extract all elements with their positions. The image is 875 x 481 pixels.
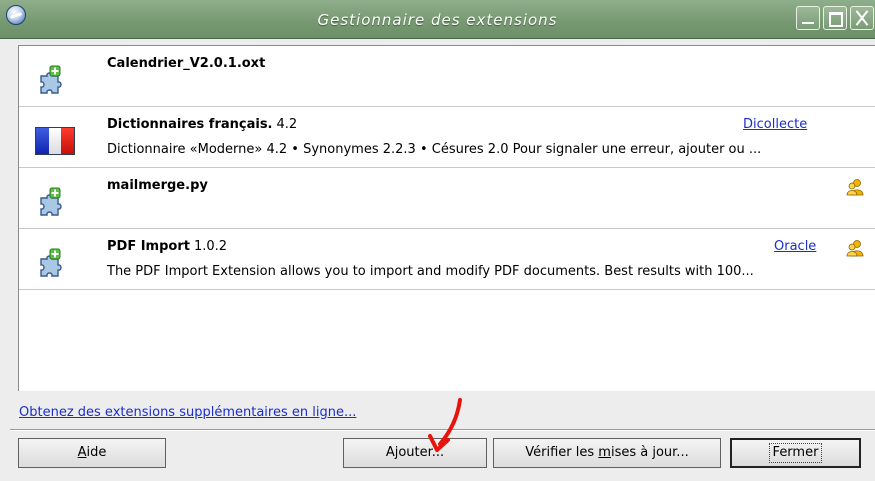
extension-manager-window: Gestionnaire des extensions Calendrier_V… [0,0,875,481]
publisher-link-oracle[interactable]: Oracle [774,239,816,254]
extension-name: Calendrier_V2.0.1.oxt [107,56,266,71]
maximize-button[interactable] [823,6,847,30]
extension-name: PDF Import 1.0.2 [107,239,228,254]
puzzle-piece-icon [40,248,62,277]
extension-row-dictionnaires[interactable]: Dictionnaires français. 4.2 Dicollecte Di… [19,107,875,168]
puzzle-piece-icon [40,187,62,216]
help-button-mnemonic: A [77,445,87,460]
extension-version: 4.2 [276,117,298,132]
extension-name: mailmerge.py [107,178,208,193]
extension-list[interactable]: Calendrier_V2.0.1.oxt Dictionnaires fran… [18,45,875,391]
window-title: Gestionnaire des extensions [317,11,558,29]
get-more-extensions-link[interactable]: Obtenez des extensions supplémentaires e… [19,405,356,420]
french-flag-icon [35,127,75,155]
extension-version: 1.0.2 [193,239,228,254]
extension-row-pdf-import[interactable]: PDF Import 1.0.2 Oracle The PDF Import Ex… [19,229,875,290]
check-updates-label-prefix: Vérifier les [525,445,599,460]
extension-row-mailmerge[interactable]: mailmerge.py [19,168,875,229]
extension-description: The PDF Import Extension allows you to i… [107,264,754,279]
close-window-button[interactable] [850,6,874,30]
help-button[interactable]: Aide [18,438,166,468]
shared-users-icon [846,179,864,196]
check-updates-label-rest: ises à jour... [610,445,689,460]
extension-name: Dictionnaires français. 4.2 [107,117,298,132]
minimize-button[interactable] [796,6,820,30]
close-button-label: Fermer [768,443,823,463]
puzzle-piece-icon [40,65,62,94]
title-bar[interactable]: Gestionnaire des extensions [0,0,875,39]
close-button[interactable]: Fermer [730,438,861,468]
extension-description: Dictionnaire «Moderne» 4.2 • Synonymes 2… [107,142,762,157]
help-button-label: ide [86,445,107,460]
check-updates-mnemonic: m [598,445,611,460]
extension-row-calendrier[interactable]: Calendrier_V2.0.1.oxt [19,46,875,107]
check-updates-button[interactable]: Vérifier les mises à jour... [493,438,721,468]
publisher-link-dicollecte[interactable]: Dicollecte [743,117,807,132]
shared-users-icon [846,240,864,257]
red-pointer-arrow-icon [428,398,462,452]
